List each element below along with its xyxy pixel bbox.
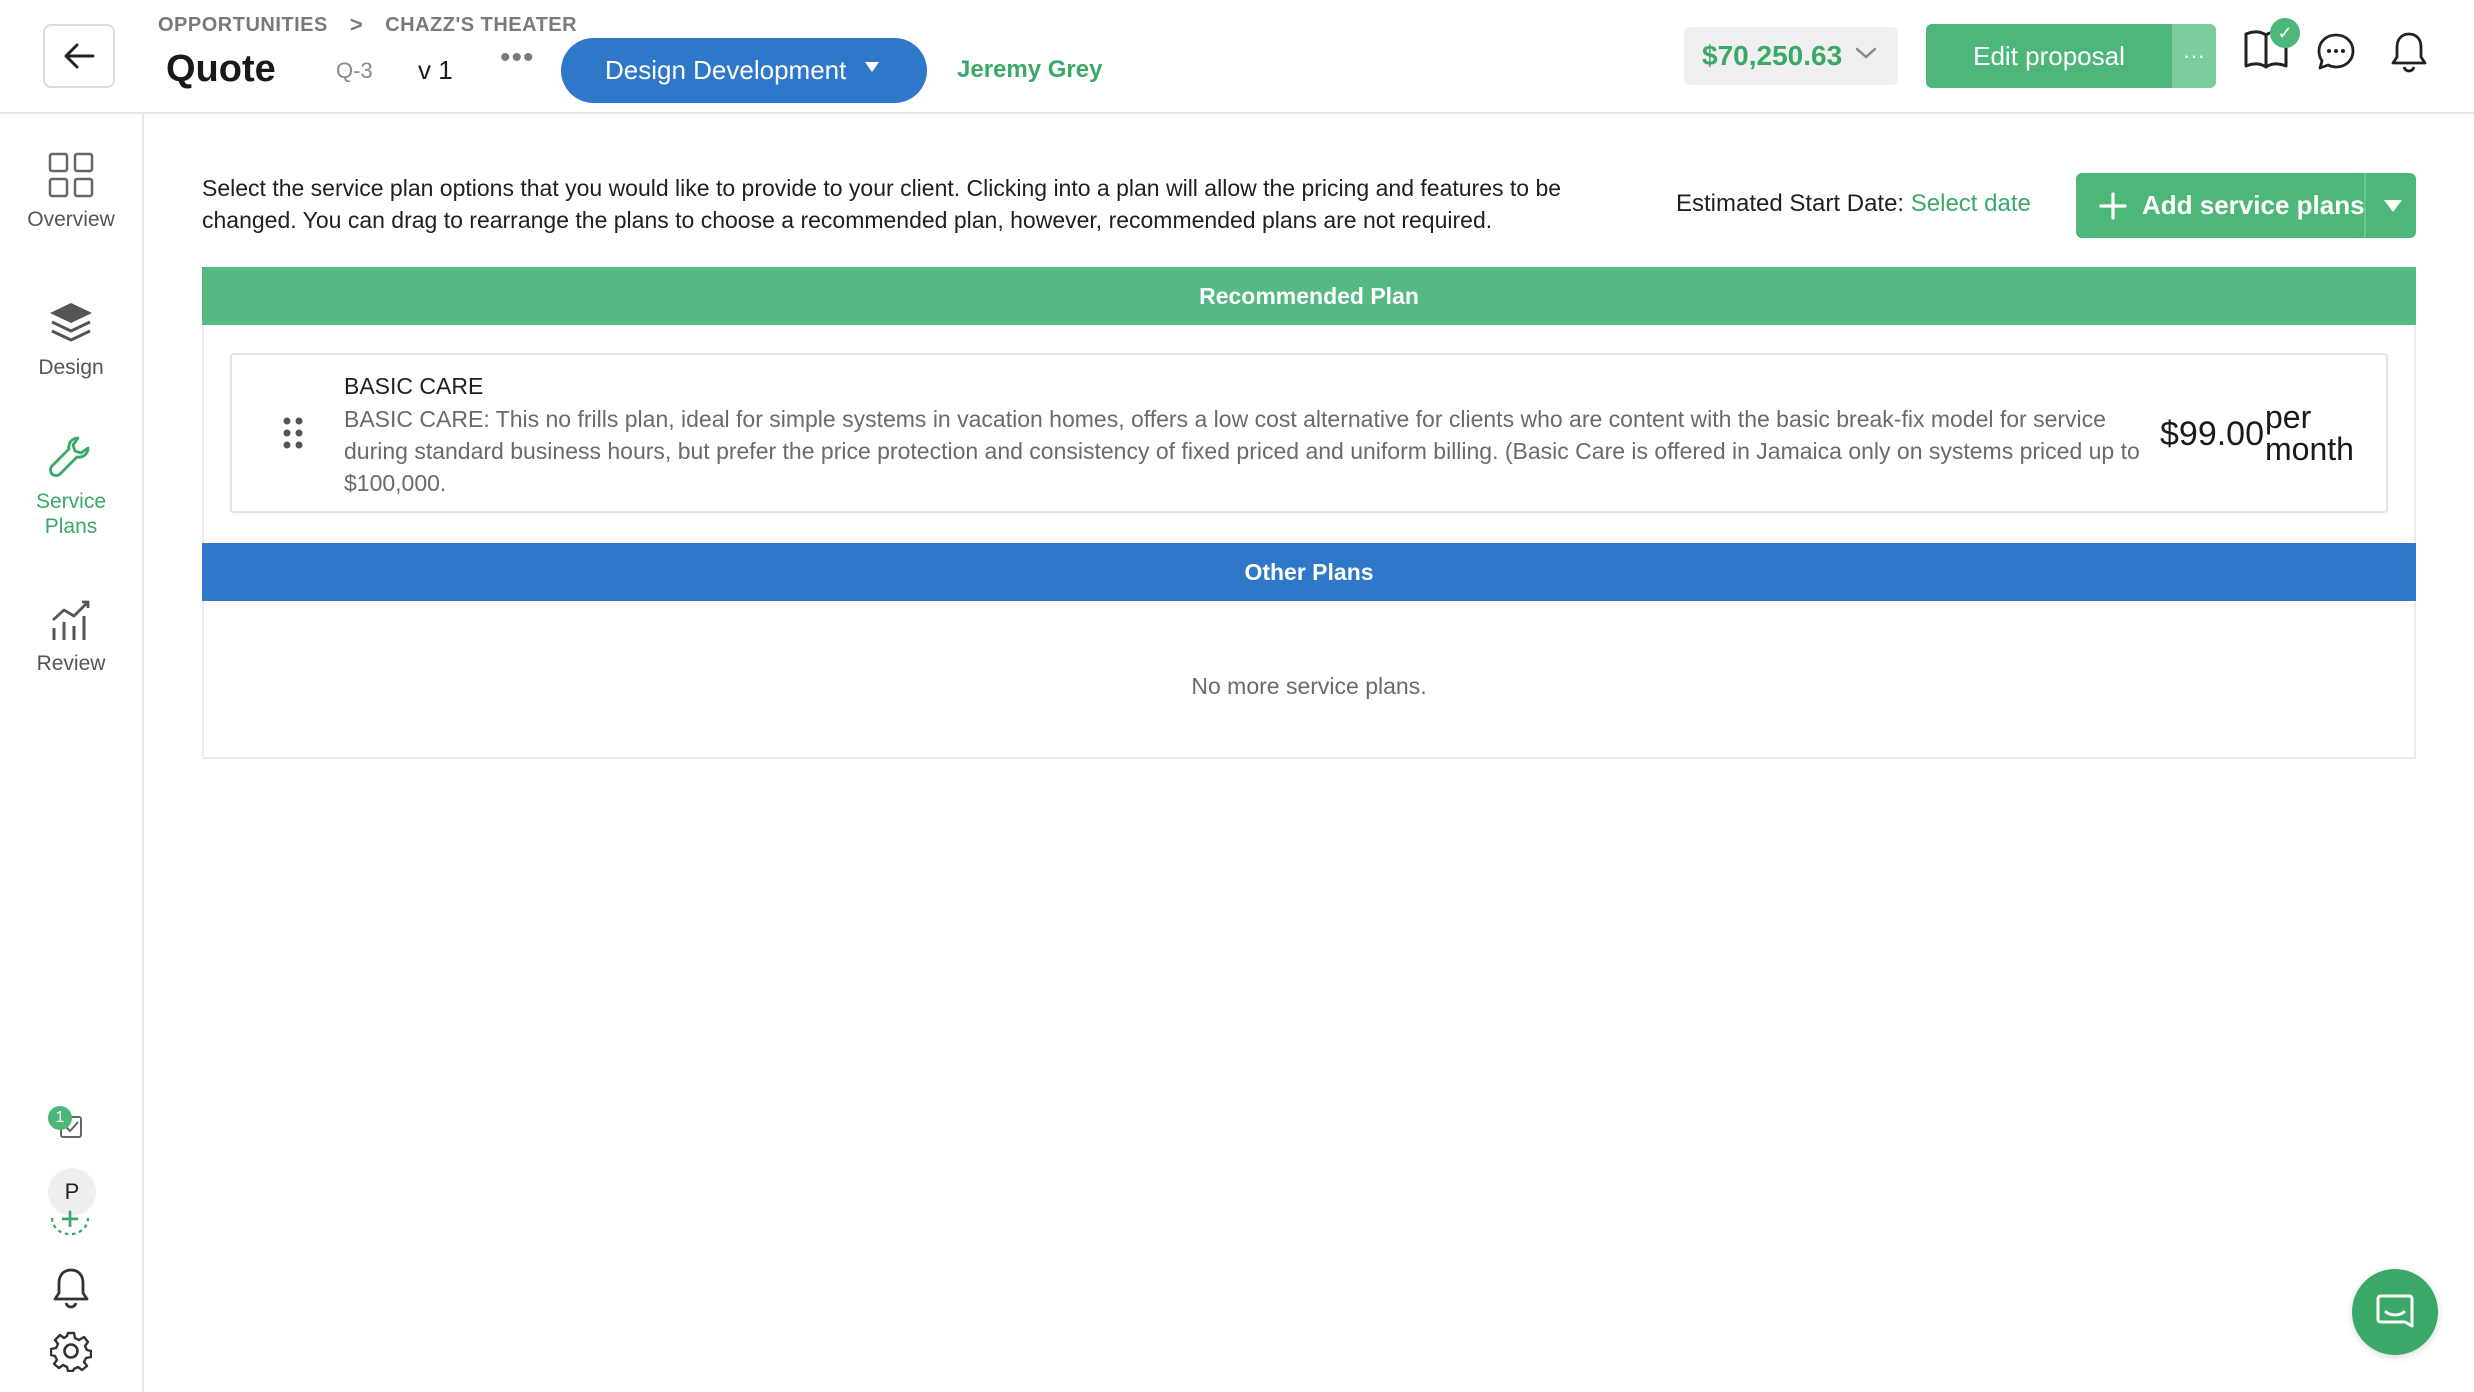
total-price: $70,250.63 <box>1702 40 1843 71</box>
quote-number: Q-3 <box>336 58 373 83</box>
plan-price: $99.00 <box>2160 415 2264 453</box>
chat-icon <box>2376 1294 2414 1328</box>
version-label[interactable]: v 1 <box>418 55 453 86</box>
page-title: Quote <box>166 48 276 90</box>
bell-icon[interactable] <box>52 1266 90 1310</box>
edit-proposal-button[interactable]: Edit proposal <box>1926 24 2172 88</box>
service-plan-card[interactable]: BASIC CARE BASIC CARE: This no frills pl… <box>230 353 2388 513</box>
breadcrumb-opportunities[interactable]: OPPORTUNITIES <box>158 14 328 37</box>
add-service-plans-button[interactable]: Add service plans <box>2076 173 2416 238</box>
breadcrumb-client[interactable]: CHAZZ'S THEATER <box>385 14 577 37</box>
grid-icon <box>48 152 94 198</box>
add-user-icon[interactable] <box>48 1200 92 1236</box>
back-button[interactable] <box>43 24 115 88</box>
drag-handle-icon[interactable] <box>282 417 304 449</box>
sidebar-item-label: Overview <box>27 208 115 231</box>
sidebar-item-review[interactable]: Review <box>0 596 142 676</box>
intro-text: Select the service plan options that you… <box>202 175 1562 233</box>
sidebar-item-design[interactable]: Design <box>0 300 142 380</box>
sidebar-item-service-plans[interactable]: Service Plans <box>0 434 142 539</box>
chat-bubble-icon[interactable] <box>2316 32 2356 72</box>
book-check-badge: ✓ <box>2270 18 2300 48</box>
plan-period: per month <box>2265 399 2354 467</box>
other-plans-header: Other Plans <box>202 543 2416 601</box>
sidebar-item-label: Service Plans <box>35 490 107 538</box>
chevron-down-icon <box>1855 47 1877 59</box>
select-date-link[interactable]: Select date <box>1911 190 2031 217</box>
empty-plans-message: No more service plans. <box>1191 673 1427 699</box>
support-chat-button[interactable] <box>2352 1269 2438 1355</box>
sidebar-item-label: Review <box>36 652 106 675</box>
add-service-plans-label: Add service plans <box>2142 190 2365 220</box>
gear-icon[interactable] <box>50 1330 92 1372</box>
total-price-dropdown[interactable]: $70,250.63 <box>1684 27 1898 85</box>
arrow-left-icon <box>64 43 95 69</box>
breadcrumb: OPPORTUNITIES > CHAZZ'S THEATER <box>158 12 577 38</box>
button-divider <box>2364 173 2366 238</box>
left-sidebar: Overview Design Service Plans Review 1 P <box>0 114 144 1392</box>
plan-description: BASIC CARE: This no frills plan, ideal f… <box>344 406 2140 496</box>
sidebar-item-label: Design <box>38 356 104 379</box>
stage-dropdown[interactable]: Design Development <box>561 38 927 103</box>
stage-label: Design Development <box>605 55 847 85</box>
more-options-button[interactable]: ••• <box>500 43 535 73</box>
breadcrumb-separator: > <box>349 12 364 37</box>
layers-icon <box>50 303 92 342</box>
start-date-label: Estimated Start Date: <box>1676 190 1905 217</box>
caret-down-icon <box>865 62 879 72</box>
edit-proposal-more-button[interactable]: ··· <box>2172 24 2216 88</box>
top-header: OPPORTUNITIES > CHAZZ'S THEATER Quote Q-… <box>0 0 2474 114</box>
owner-link[interactable]: Jeremy Grey <box>957 56 1102 84</box>
task-count-badge: 1 <box>48 1106 72 1130</box>
other-plans-dropzone[interactable]: No more service plans. <box>202 601 2416 759</box>
sidebar-item-overview[interactable]: Overview <box>0 152 142 232</box>
estimated-start-date: Estimated Start Date: Select date <box>1676 190 2031 218</box>
recommended-plan-header: Recommended Plan <box>202 267 2416 325</box>
plus-icon <box>2099 192 2127 220</box>
caret-down-icon[interactable] <box>2384 200 2402 212</box>
plan-name: BASIC CARE <box>344 373 484 399</box>
wrench-icon <box>49 436 90 477</box>
bell-icon[interactable] <box>2390 30 2428 74</box>
chart-icon <box>52 600 90 640</box>
